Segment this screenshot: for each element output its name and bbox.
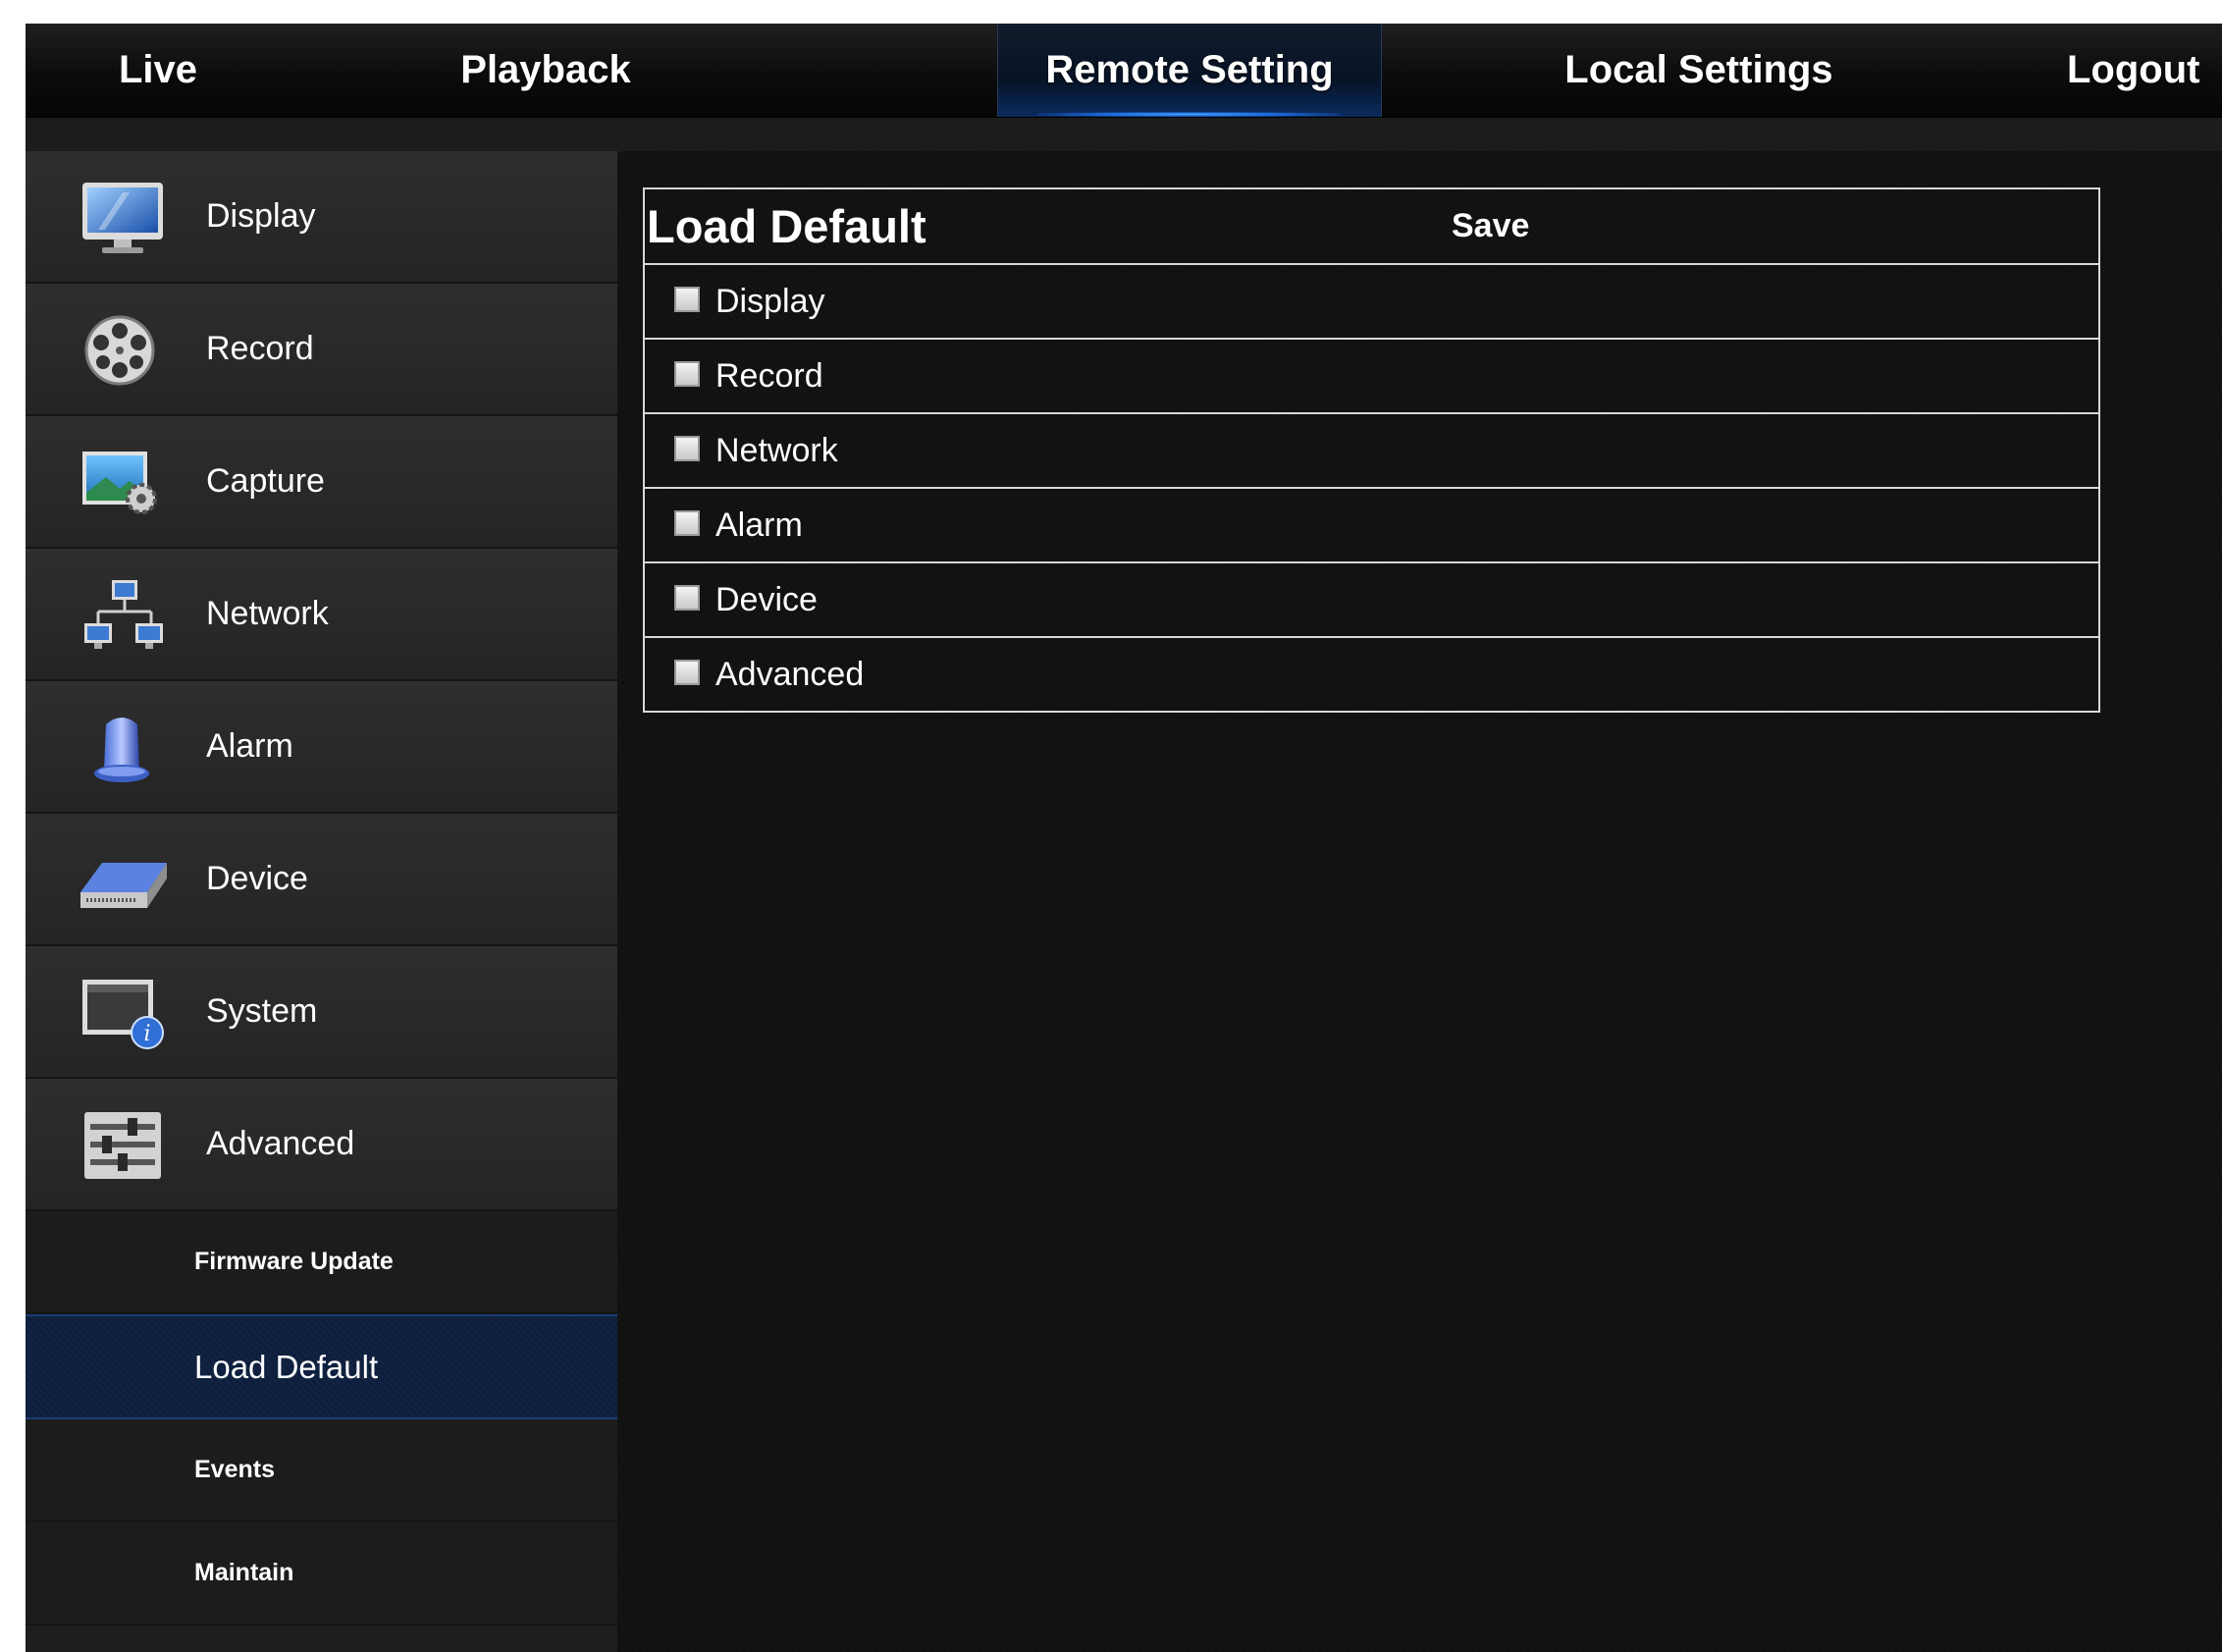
subitem-label: Maintain bbox=[194, 1559, 294, 1586]
option-row-alarm: Alarm bbox=[645, 489, 2098, 563]
subitem-events[interactable]: Events bbox=[26, 1419, 617, 1522]
sidebar-item-display[interactable]: Display bbox=[26, 151, 617, 284]
sidebar-item-label: Advanced bbox=[206, 1125, 355, 1162]
option-label: Device bbox=[715, 580, 818, 618]
option-label: Advanced bbox=[715, 655, 865, 693]
nav-separator bbox=[26, 118, 2222, 151]
option-label: Network bbox=[715, 431, 838, 469]
dvr-web-app: Live Playback Remote Setting Local Setti… bbox=[26, 24, 2222, 1652]
record-checkbox[interactable] bbox=[674, 361, 700, 387]
sidebar-item-label: Network bbox=[206, 595, 329, 632]
sidebar-item-alarm[interactable]: Alarm bbox=[26, 681, 617, 814]
alarm-siren-icon bbox=[94, 718, 149, 782]
sidebar-item-device[interactable]: Device bbox=[26, 814, 617, 946]
option-row-network: Network bbox=[645, 414, 2098, 489]
display-checkbox[interactable] bbox=[674, 287, 700, 312]
svg-text:i: i bbox=[143, 1022, 150, 1046]
load-default-panel: Load Default Save Display Record Network… bbox=[643, 187, 2100, 713]
subitem-label: Events bbox=[194, 1456, 275, 1483]
page-title: Load Default bbox=[647, 200, 926, 252]
tab-live[interactable]: Live bbox=[26, 24, 291, 117]
sidebar-item-label: Device bbox=[206, 860, 308, 897]
sidebar-item-label: Record bbox=[206, 330, 314, 367]
option-row-advanced: Advanced bbox=[645, 638, 2098, 711]
sidebar-item-advanced[interactable]: Advanced bbox=[26, 1079, 617, 1211]
subitem-label: Firmware Update bbox=[194, 1248, 394, 1275]
advanced-checkbox[interactable] bbox=[674, 660, 700, 685]
sidebar-item-capture[interactable]: Capture bbox=[26, 416, 617, 549]
subitem-label: Load Default bbox=[194, 1348, 379, 1385]
option-label: Alarm bbox=[715, 506, 803, 544]
network-checkbox[interactable] bbox=[674, 436, 700, 461]
subitem-firmware-update[interactable]: Firmware Update bbox=[26, 1211, 617, 1314]
sidebar-item-label: Display bbox=[206, 197, 316, 235]
sidebar-item-label: Capture bbox=[206, 462, 325, 500]
network-icon bbox=[84, 580, 163, 649]
sidebar-item-record[interactable]: Record bbox=[26, 284, 617, 416]
subitem-load-default[interactable]: Load Default bbox=[26, 1314, 617, 1419]
capture-gear-icon bbox=[82, 452, 157, 514]
sidebar-item-label: System bbox=[206, 992, 318, 1030]
option-label: Record bbox=[715, 356, 823, 395]
save-button[interactable]: Save bbox=[1452, 207, 1529, 245]
monitor-icon bbox=[82, 183, 163, 253]
option-row-device: Device bbox=[645, 563, 2098, 638]
settings-sidebar: Display Record Capture Network Alarm Dev… bbox=[26, 151, 617, 1652]
sidebar-item-network[interactable]: Network bbox=[26, 549, 617, 681]
alarm-checkbox[interactable] bbox=[674, 510, 700, 536]
option-row-display: Display bbox=[645, 265, 2098, 340]
sliders-icon bbox=[84, 1112, 161, 1179]
system-info-icon: i bbox=[82, 980, 164, 1049]
tab-local-settings[interactable]: Local Settings bbox=[1498, 24, 1900, 117]
main-content: Load Default Save Display Record Network… bbox=[617, 151, 2222, 1652]
subitem-maintain[interactable]: Maintain bbox=[26, 1522, 617, 1625]
option-row-record: Record bbox=[645, 340, 2098, 414]
device-checkbox[interactable] bbox=[674, 585, 700, 611]
top-navigation-bar: Live Playback Remote Setting Local Setti… bbox=[26, 24, 2222, 118]
film-reel-icon bbox=[84, 315, 155, 386]
sidebar-item-system[interactable]: i System bbox=[26, 946, 617, 1079]
tab-playback[interactable]: Playback bbox=[364, 24, 727, 117]
tab-logout[interactable]: Logout bbox=[2067, 24, 2222, 117]
tab-remote-setting[interactable]: Remote Setting bbox=[997, 24, 1382, 117]
sidebar-item-label: Alarm bbox=[206, 727, 293, 765]
hard-drive-icon bbox=[80, 863, 167, 908]
panel-header: Load Default Save bbox=[645, 189, 2098, 265]
option-label: Display bbox=[715, 282, 825, 320]
